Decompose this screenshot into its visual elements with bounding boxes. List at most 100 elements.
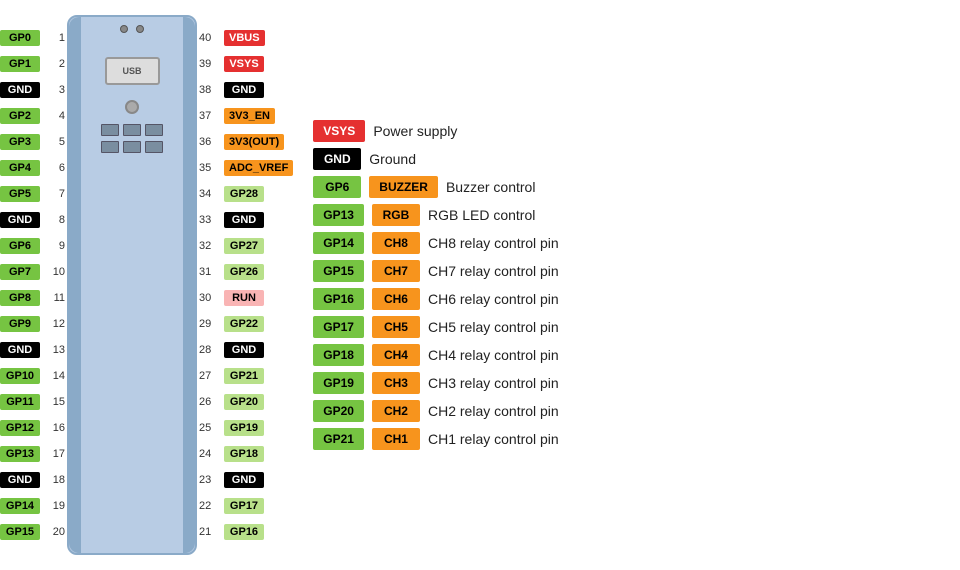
right-pin-number: 39 [199,58,221,70]
legend-description: Buzzer control [446,179,535,195]
right-pin-row: 30RUN [199,286,293,311]
legend-description: CH2 relay control pin [428,403,559,419]
right-pin-number: 40 [199,32,221,44]
right-pin-row: 28GND [199,338,293,363]
right-pin-number: 38 [199,84,221,96]
component-row-1 [101,124,163,136]
legend-description: CH6 relay control pin [428,291,559,307]
legend-description: Ground [369,151,416,167]
right-pin-number: 25 [199,422,221,434]
right-pin-row: 32GP27 [199,234,293,259]
right-pin-label: GP27 [224,238,264,254]
left-pin-row: GND8 [0,208,65,233]
left-pin-number: 10 [43,266,65,278]
component-5 [123,141,141,153]
right-pin-row: 38GND [199,78,293,103]
left-pin-row: GND18 [0,468,65,493]
right-pin-label: 3V3(OUT) [224,134,284,150]
board-dot-2 [136,25,144,33]
right-pin-label: RUN [224,290,264,306]
left-pin-label: GP10 [0,368,40,384]
right-pin-row: 33GND [199,208,293,233]
right-pin-label: GP19 [224,420,264,436]
board-components [101,124,163,153]
left-pin-label: GP15 [0,524,40,540]
right-pin-row: 40VBUS [199,26,293,51]
right-pin-number: 21 [199,526,221,538]
legend-chip2: BUZZER [369,176,438,198]
right-pin-row: 27GP21 [199,364,293,389]
left-pin-row: GND3 [0,78,65,103]
left-pin-label: GND [0,472,40,488]
right-pin-label: VBUS [224,30,265,46]
left-pin-number: 2 [43,58,65,70]
legend-chip1: GP21 [313,428,364,450]
legend-row: GP21CH1CH1 relay control pin [313,428,940,450]
left-pin-label: GP4 [0,160,40,176]
component-6 [145,141,163,153]
right-pin-number: 32 [199,240,221,252]
legend-chip1: GP13 [313,204,364,226]
legend-chip2: CH6 [372,288,420,310]
right-pin-number: 30 [199,292,221,304]
legend-row: GP6BUZZERBuzzer control [313,176,940,198]
right-pin-row: 22GP17 [199,494,293,519]
left-pin-label: GP12 [0,420,40,436]
legend-row: GND Ground [313,148,940,170]
board-dot-1 [120,25,128,33]
legend-description: Power supply [373,123,457,139]
board-body: USB [67,15,197,555]
right-pin-label: ADC_VREF [224,160,293,176]
legend-row: GP15CH7CH7 relay control pin [313,260,940,282]
right-pin-label: GP28 [224,186,264,202]
left-pin-row: GND13 [0,338,65,363]
right-pin-row: 24GP18 [199,442,293,467]
legend-chip1: GND [313,148,361,170]
left-pin-label: GP8 [0,290,40,306]
board-screw [125,100,139,114]
right-pin-number: 36 [199,136,221,148]
right-pin-row: 31GP26 [199,260,293,285]
left-pins: GP01GP12GND3GP24GP35GP46GP57GND8GP69GP71… [0,26,65,545]
left-pin-label: GP6 [0,238,40,254]
right-pin-label: VSYS [224,56,264,72]
right-pin-number: 23 [199,474,221,486]
legend-row: GP16CH6CH6 relay control pin [313,288,940,310]
left-pin-number: 15 [43,396,65,408]
left-pin-row: GP1520 [0,520,65,545]
legend-row: GP19CH3CH3 relay control pin [313,372,940,394]
right-pin-label: GP21 [224,368,264,384]
left-pin-row: GP1115 [0,390,65,415]
right-pin-row: 39VSYS [199,52,293,77]
legend-chip1: VSYS [313,120,365,142]
left-pin-row: GP57 [0,182,65,207]
legend-section: VSYSPower supplyGNDGroundGP6BUZZERBuzzer… [293,105,960,465]
legend-chip2: RGB [372,204,420,226]
left-pin-label: GP5 [0,186,40,202]
left-pin-label: GND [0,342,40,358]
left-pin-row: GP1317 [0,442,65,467]
left-pin-row: GP46 [0,156,65,181]
right-pin-number: 26 [199,396,221,408]
right-pin-number: 31 [199,266,221,278]
left-pin-label: GP0 [0,30,40,46]
board-left-strip [69,17,81,553]
legend-chip2: CH3 [372,372,420,394]
left-pin-number: 20 [43,526,65,538]
left-pin-label: GP14 [0,498,40,514]
left-pin-number: 18 [43,474,65,486]
left-pin-number: 16 [43,422,65,434]
right-pin-row: 21GP16 [199,520,293,545]
left-pin-label: GP7 [0,264,40,280]
left-pin-label: GP1 [0,56,40,72]
left-pin-row: GP69 [0,234,65,259]
left-pin-number: 1 [43,32,65,44]
right-pin-label: GP18 [224,446,264,462]
component-1 [101,124,119,136]
right-pin-number: 22 [199,500,221,512]
legend-chip1: GP15 [313,260,364,282]
right-pin-row: 25GP19 [199,416,293,441]
right-pin-row: 35ADC_VREF [199,156,293,181]
legend-description: CH5 relay control pin [428,319,559,335]
right-pin-row: 29GP22 [199,312,293,337]
